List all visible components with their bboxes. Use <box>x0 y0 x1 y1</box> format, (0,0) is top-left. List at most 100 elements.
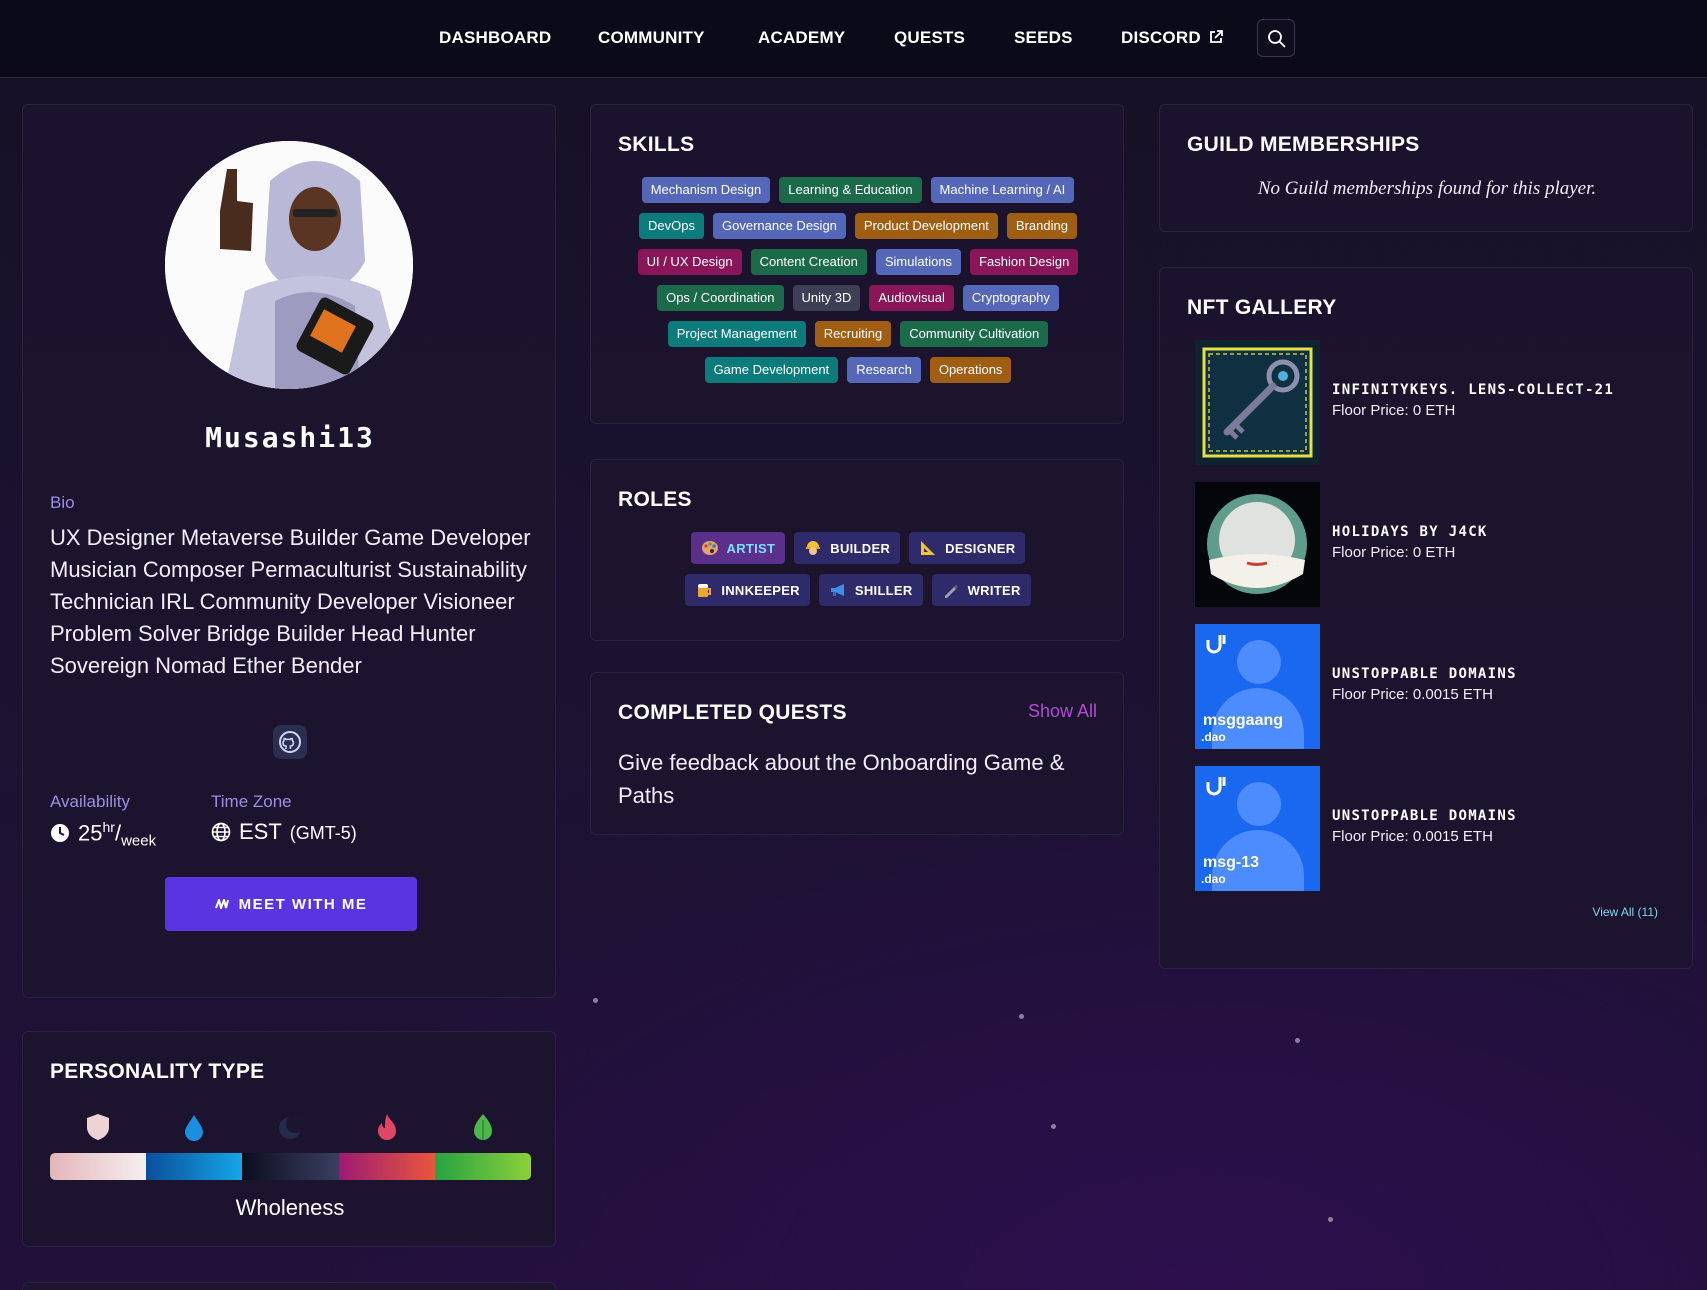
ud-avatar-head <box>1237 782 1281 826</box>
nft-floor-price: Floor Price: 0.0015 ETH <box>1332 828 1493 845</box>
skill-tag: Project Management <box>667 321 806 347</box>
nft-floor-price: Floor Price: 0 ETH <box>1332 402 1456 419</box>
skills-panel: SKILLS Mechanism Design Learning & Educat… <box>590 104 1124 424</box>
completed-quests-title: COMPLETED QUESTS <box>618 701 847 724</box>
avatar <box>165 141 413 389</box>
triangular-ruler-icon <box>919 539 937 557</box>
top-navigation: DASHBOARD COMMUNITY ACADEMY QUESTS SEEDS… <box>0 0 1707 78</box>
personality-color-bar <box>50 1153 531 1180</box>
role-writer: WRITER <box>931 574 1031 606</box>
guild-empty-message: No Guild memberships found for this play… <box>1257 178 1597 199</box>
bio-text: UX Designer Metaverse Builder Game Devel… <box>50 525 531 678</box>
role-innkeeper: INNKEEPER <box>685 574 810 606</box>
meet-with-me-label: MEET WITH ME <box>238 895 368 913</box>
background-star <box>593 998 598 1003</box>
background-star <box>1051 1124 1056 1129</box>
show-all-quests-link[interactable]: Show All <box>1028 701 1097 722</box>
skill-tag-list: Mechanism Design Learning & Education Mach… <box>631 177 1085 383</box>
availability-unit-week: week <box>121 832 157 850</box>
nft-floor-price: Floor Price: 0.0015 ETH <box>1332 686 1493 703</box>
availability-hours: 25 <box>78 820 103 846</box>
ud-domain-name: msggaang <box>1203 712 1284 729</box>
search-button[interactable] <box>1257 19 1295 57</box>
ud-domain-tld: .dao <box>1201 872 1226 886</box>
role-builder: BUILDER <box>794 532 901 564</box>
bio-label: Bio <box>50 493 75 512</box>
skill-tag: Product Development <box>854 213 998 239</box>
nft-name: INFINITYKEYS. LENS-COLLECT-21 <box>1332 382 1615 398</box>
nav-seeds[interactable]: SEEDS <box>1014 28 1073 48</box>
roles-title: ROLES <box>618 488 692 511</box>
skill-tag: Simulations <box>875 249 962 275</box>
personality-segment-black <box>242 1153 339 1180</box>
role-label: SHILLER <box>854 582 913 598</box>
role-label: WRITER <box>967 582 1021 598</box>
skill-tag: DevOps <box>639 213 704 239</box>
nav-quests[interactable]: QUESTS <box>894 28 965 48</box>
role-designer: DESIGNER <box>909 532 1026 564</box>
availability-unit-hr: hr <box>102 819 115 835</box>
nft-thumbnail-key[interactable] <box>1195 340 1320 465</box>
avatar-portrait-image <box>165 141 413 389</box>
search-icon <box>1268 30 1286 48</box>
github-icon <box>279 731 301 753</box>
skill-tag: Learning & Education <box>779 177 922 203</box>
username: Musashi13 <box>205 421 375 454</box>
github-link[interactable] <box>273 725 307 759</box>
roles-panel: ROLES ARTIST BUILDER DESIGNER INNKEEPER SHIL… <box>590 459 1124 641</box>
nav-discord[interactable]: DISCORD <box>1121 28 1223 48</box>
unstoppable-domains-logo-icon <box>1206 777 1226 796</box>
skill-tag: Ops / Coordination <box>657 285 784 311</box>
timezone-abbr: EST <box>239 819 282 844</box>
pen-icon <box>942 581 960 599</box>
personality-title: PERSONALITY TYPE <box>50 1060 265 1083</box>
nft-thumbnail-unstoppable-domain[interactable]: msggaang .dao <box>1195 624 1320 749</box>
timezone-value: EST (GMT-5) <box>211 819 357 845</box>
nft-name: UNSTOPPABLE DOMAINS <box>1332 808 1517 824</box>
nft-gallery-title: NFT GALLERY <box>1187 296 1337 319</box>
role-label: ARTIST <box>726 540 776 556</box>
ud-domain-tld: .dao <box>1201 730 1226 744</box>
skill-tag: Operations <box>929 357 1012 383</box>
next-panel-edge <box>22 1282 556 1290</box>
nft-thumbnail-snow-globe[interactable] <box>1195 482 1320 607</box>
skill-tag: Community Cultivation <box>900 321 1049 347</box>
personality-segment-red <box>338 1153 435 1180</box>
fire-icon <box>378 1114 396 1140</box>
meet-with-me-button[interactable]: MEET WITH ME <box>165 877 417 931</box>
key-image <box>1202 347 1313 458</box>
nav-discord-label: DISCORD <box>1121 28 1201 47</box>
availability-label: Availability <box>50 792 131 811</box>
personality-segment-white <box>50 1153 147 1180</box>
profile-panel: Musashi13 Bio UX Designer Metaverse Buil… <box>22 104 556 998</box>
skill-tag: Content Creation <box>750 249 867 275</box>
personality-segment-blue <box>146 1153 243 1180</box>
nav-community[interactable]: COMMUNITY <box>598 28 705 48</box>
unstoppable-domains-logo-icon <box>1206 635 1226 654</box>
nft-thumbnail-unstoppable-domain[interactable]: msg-13 .dao <box>1195 766 1320 891</box>
completed-quest-item[interactable]: Give feedback about the Onboarding Game … <box>618 746 1088 812</box>
personality-segment-green <box>434 1153 531 1180</box>
skill-tag: Unity 3D <box>792 285 861 311</box>
moon-icon <box>279 1115 304 1139</box>
personality-panel: PERSONALITY TYPE Wholeness <box>22 1031 556 1247</box>
skill-tag: Recruiting <box>814 321 892 347</box>
role-shiller: SHILLER <box>818 574 923 606</box>
skill-tag: Fashion Design <box>970 249 1079 275</box>
view-all-nfts-link[interactable]: View All (11) <box>1592 905 1658 919</box>
skill-tag: Cryptography <box>962 285 1059 311</box>
background-star <box>1328 1217 1333 1222</box>
skill-tag: UI / UX Design <box>637 249 742 275</box>
skill-tag: Branding <box>1006 213 1077 239</box>
guild-memberships-panel: GUILD MEMBERSHIPS No Guild memberships f… <box>1159 104 1693 232</box>
personality-type-label: Wholeness <box>235 1195 345 1220</box>
skills-title: SKILLS <box>618 133 695 156</box>
water-drop-icon <box>185 1115 203 1141</box>
ud-domain-name: msg-13 <box>1203 854 1260 871</box>
completed-quests-panel: COMPLETED QUESTS Show All Give feedback … <box>590 672 1124 835</box>
nav-dashboard[interactable]: DASHBOARD <box>439 28 551 48</box>
nav-academy[interactable]: ACADEMY <box>758 28 845 48</box>
megaphone-icon <box>829 581 847 599</box>
skill-tag: Audiovisual <box>869 285 954 311</box>
snow-globe-image <box>1195 482 1320 607</box>
